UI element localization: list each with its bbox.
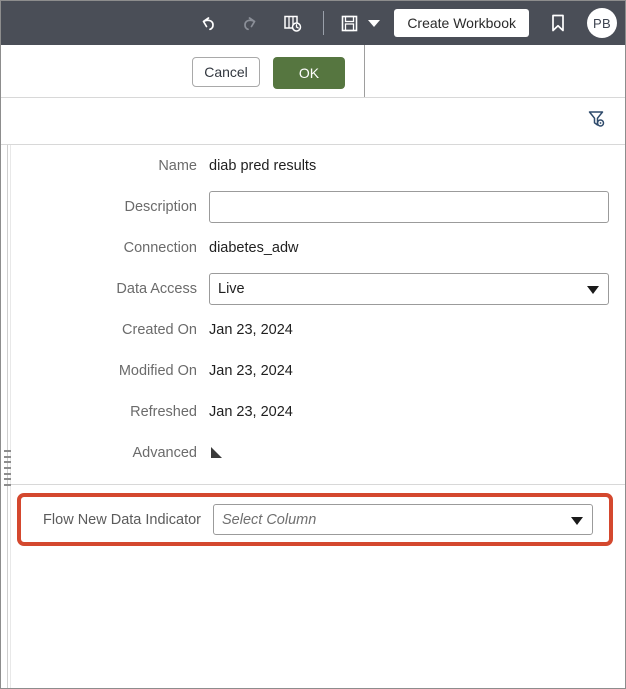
save-chevron-down-icon[interactable]: [368, 19, 381, 27]
dataset-properties-panel: Name diab pred results Description Conne…: [1, 145, 625, 688]
form-row-modified-on: Modified On Jan 23, 2024: [11, 350, 625, 391]
save-button-group[interactable]: [336, 6, 384, 40]
undo-button[interactable]: [191, 6, 225, 40]
label-modified-on: Modified On: [118, 362, 197, 379]
label-flow-new-data-indicator: Flow New Data Indicator: [43, 511, 201, 528]
value-name: diab pred results: [209, 157, 317, 174]
filter-settings-button[interactable]: [583, 107, 611, 135]
form-row-advanced: Advanced: [11, 432, 625, 473]
label-data-access: Data Access: [116, 280, 197, 297]
filter-bar: [1, 98, 625, 145]
action-bar-divider: [364, 45, 365, 97]
flow-new-data-indicator-highlight: Flow New Data Indicator Select Column: [17, 493, 613, 546]
refresh-data-icon: [281, 12, 303, 34]
redo-icon: [239, 12, 261, 34]
value-refreshed: Jan 23, 2024: [209, 403, 293, 420]
ok-button[interactable]: OK: [273, 57, 345, 89]
label-description: Description: [124, 198, 197, 215]
cancel-button[interactable]: Cancel: [192, 57, 260, 87]
form-row-flow-new-data-indicator: Flow New Data Indicator Select Column: [21, 497, 609, 542]
form-row-description: Description: [11, 186, 625, 227]
label-name: Name: [158, 157, 197, 174]
advanced-section-divider: [11, 484, 625, 485]
user-avatar[interactable]: PB: [587, 8, 617, 38]
form-row-data-access: Data Access Live: [11, 268, 625, 309]
label-refreshed: Refreshed: [130, 403, 197, 420]
value-created-on: Jan 23, 2024: [209, 321, 293, 338]
flow-new-data-indicator-placeholder: Select Column: [222, 511, 317, 528]
bookmark-button[interactable]: [541, 6, 575, 40]
filter-settings-icon: [586, 108, 608, 135]
properties-form: Name diab pred results Description Conne…: [11, 145, 625, 473]
data-access-select[interactable]: Live: [209, 272, 609, 305]
panel-resize-handle[interactable]: [4, 450, 11, 486]
data-access-select-value[interactable]: Live: [209, 272, 609, 305]
advanced-expander-triangle-icon[interactable]: [211, 447, 222, 458]
bookmark-icon: [547, 12, 569, 34]
refresh-data-button[interactable]: [275, 6, 309, 40]
form-row-connection: Connection diabetes_adw: [11, 227, 625, 268]
create-workbook-button[interactable]: Create Workbook: [394, 9, 529, 37]
form-row-refreshed: Refreshed Jan 23, 2024: [11, 391, 625, 432]
value-modified-on: Jan 23, 2024: [209, 362, 293, 379]
value-connection: diabetes_adw: [209, 239, 299, 256]
top-toolbar: Create Workbook PB: [1, 1, 625, 45]
panel-left-rail: [7, 145, 8, 688]
label-created-on: Created On: [122, 321, 197, 338]
undo-icon: [197, 12, 219, 34]
label-connection: Connection: [123, 239, 197, 256]
form-row-created-on: Created On Jan 23, 2024: [11, 309, 625, 350]
label-advanced: Advanced: [132, 444, 198, 461]
description-input[interactable]: [209, 190, 609, 223]
action-bar: Cancel OK: [1, 45, 625, 98]
flow-new-data-indicator-select[interactable]: Select Column: [213, 504, 593, 535]
save-icon[interactable]: [336, 6, 362, 40]
form-row-name: Name diab pred results: [11, 145, 625, 186]
flow-new-data-indicator-select-value[interactable]: Select Column: [213, 504, 593, 535]
dataset-inspector-window: Create Workbook PB Cancel OK Name diab p…: [0, 0, 626, 689]
redo-button[interactable]: [233, 6, 267, 40]
toolbar-divider: [323, 11, 325, 35]
